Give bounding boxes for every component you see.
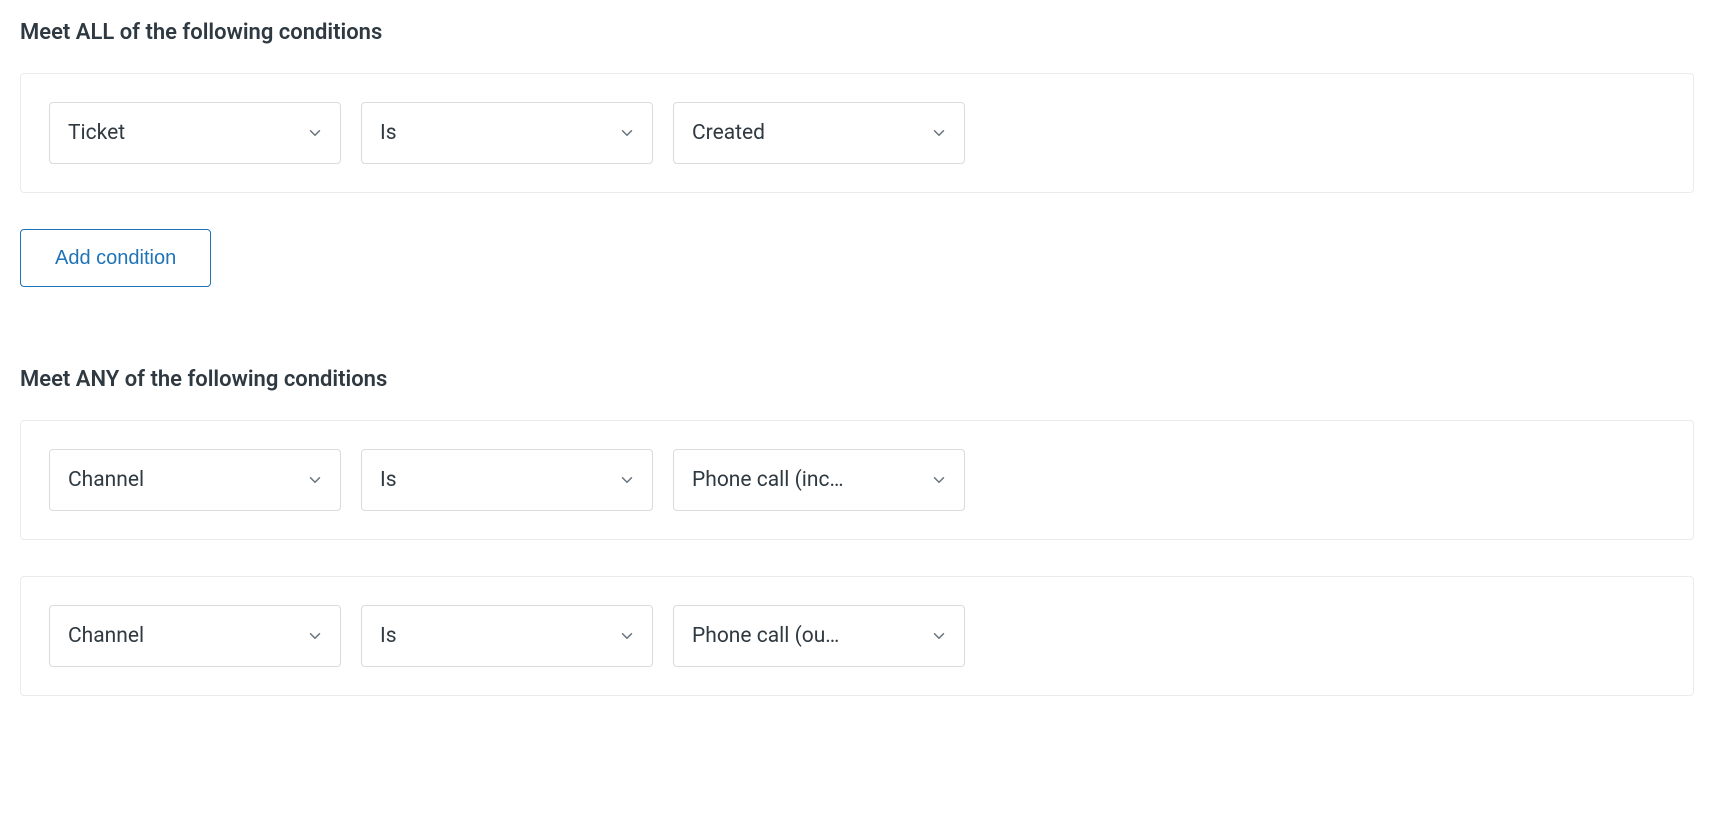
select-label: Phone call (ou… [692,624,916,648]
chevron-down-icon [930,627,948,645]
chevron-down-icon [306,627,324,645]
chevron-down-icon [306,124,324,142]
condition-value-select[interactable]: Phone call (inc… [673,449,965,511]
condition-row: Channel Is Phone call (ou… [49,605,1665,667]
any-condition-box: Channel Is Phone call (inc… [20,420,1694,540]
all-conditions-title: Meet ALL of the following conditions [20,20,1694,45]
chevron-down-icon [618,471,636,489]
select-label: Is [380,121,604,145]
select-label: Channel [68,468,292,492]
condition-row: Ticket Is Created [49,102,1665,164]
add-condition-button[interactable]: Add condition [20,229,211,287]
chevron-down-icon [618,627,636,645]
select-label: Channel [68,624,292,648]
select-label: Ticket [68,121,292,145]
chevron-down-icon [930,471,948,489]
any-conditions-title: Meet ANY of the following conditions [20,367,1694,392]
condition-operator-select[interactable]: Is [361,605,653,667]
select-label: Is [380,624,604,648]
condition-field-select[interactable]: Ticket [49,102,341,164]
condition-value-select[interactable]: Created [673,102,965,164]
condition-row: Channel Is Phone call (inc… [49,449,1665,511]
chevron-down-icon [930,124,948,142]
select-label: Is [380,468,604,492]
select-label: Created [692,121,916,145]
condition-value-select[interactable]: Phone call (ou… [673,605,965,667]
select-label: Phone call (inc… [692,468,916,492]
all-condition-box: Ticket Is Created [20,73,1694,193]
any-condition-box: Channel Is Phone call (ou… [20,576,1694,696]
condition-field-select[interactable]: Channel [49,449,341,511]
chevron-down-icon [306,471,324,489]
condition-operator-select[interactable]: Is [361,449,653,511]
condition-operator-select[interactable]: Is [361,102,653,164]
chevron-down-icon [618,124,636,142]
condition-field-select[interactable]: Channel [49,605,341,667]
